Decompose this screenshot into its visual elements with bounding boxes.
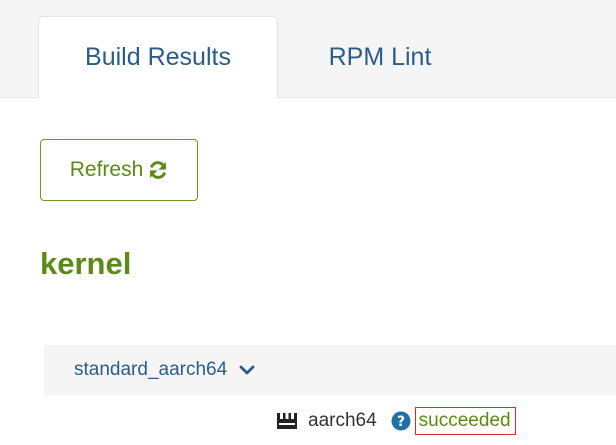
svg-text:?: ? (397, 414, 405, 430)
question-circle-icon[interactable]: ? (391, 411, 411, 431)
tab-rpm-lint-label: RPM Lint (328, 42, 432, 71)
repository-toggle[interactable]: standard_aarch64 (44, 345, 616, 395)
refresh-button-label: Refresh (69, 158, 144, 181)
package-title: kernel (40, 246, 132, 281)
tab-bar: Build Results RPM Lint (0, 0, 616, 98)
refresh-button[interactable]: Refresh (40, 139, 198, 201)
repository-name: standard_aarch64 (74, 359, 228, 380)
tab-build-results[interactable]: Build Results (38, 16, 278, 98)
server-icon (276, 412, 298, 430)
arch-label: aarch64 (308, 410, 377, 431)
build-status[interactable]: succeeded (414, 407, 516, 435)
chevron-down-icon (239, 364, 255, 376)
tab-rpm-lint[interactable]: RPM Lint (290, 16, 470, 98)
build-result-row: aarch64 ? succeeded (276, 403, 516, 439)
tab-build-results-label: Build Results (85, 43, 231, 71)
refresh-icon (148, 160, 168, 180)
